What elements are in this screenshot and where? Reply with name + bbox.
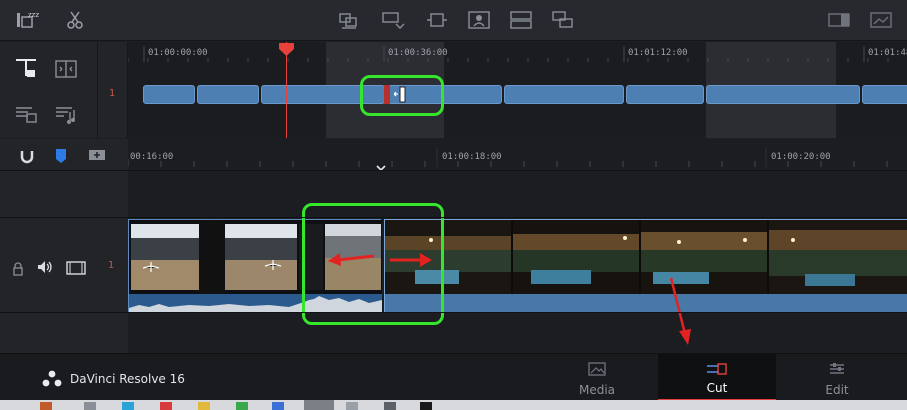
add-marker-icon[interactable]: [88, 147, 106, 163]
track-divider: [0, 217, 907, 218]
append-icon[interactable]: [380, 8, 406, 32]
cut-icon: [707, 363, 727, 375]
playhead-handle[interactable]: [278, 42, 295, 56]
track-divider: [0, 312, 907, 313]
highlight-box-upper: [360, 75, 444, 116]
track-divider: [0, 170, 907, 171]
top-toolbar: zzz: [0, 0, 907, 41]
ripple-overwrite-icon[interactable]: [424, 8, 450, 32]
main-timeline[interactable]: 00:16:00 01:00:18:00 01:00:20:00: [128, 139, 907, 353]
taskbar-app-icon[interactable]: [384, 402, 396, 410]
taskbar-app-icon-active[interactable]: [304, 400, 334, 410]
upper-timecode: 01:00:00:00: [148, 48, 208, 58]
tab-edit[interactable]: Edit: [778, 354, 896, 401]
taskbar-app-icon[interactable]: [84, 402, 96, 410]
track-lock-icon[interactable]: [12, 261, 24, 276]
upper-clip[interactable]: [504, 85, 624, 104]
place-on-top-icon[interactable]: [508, 8, 534, 32]
edit-icon: [830, 363, 844, 374]
upper-track-number-column: 1: [98, 42, 128, 138]
davinci-logo-icon: [42, 370, 62, 388]
svg-text:zzz: zzz: [28, 11, 39, 19]
video-display-icon[interactable]: [66, 260, 86, 275]
lock-track-icon[interactable]: [12, 56, 40, 82]
upper-timecode: 01:00:36:00: [388, 48, 448, 58]
close-up-icon[interactable]: [466, 8, 492, 32]
upper-timeline[interactable]: 01:00:00:00 01:00:36:00 01:01:12:00 01:0…: [128, 42, 907, 138]
layout-toggle-icon[interactable]: [826, 8, 852, 32]
smart-insert-icon[interactable]: [336, 8, 362, 32]
taskbar-app-icon[interactable]: [160, 402, 172, 410]
audio-speaker-icon[interactable]: [36, 259, 54, 275]
os-taskbar: [0, 400, 907, 410]
taskbar-app-icon[interactable]: [420, 402, 432, 410]
app-name: DaVinci Resolve 16: [70, 372, 185, 386]
main-track-number: 1: [108, 260, 115, 271]
tab-cut-label: Cut: [706, 381, 728, 395]
upper-clip[interactable]: [626, 85, 704, 104]
upper-timecode: 01:01:12:00: [628, 48, 688, 58]
upper-track-number: 1: [109, 88, 116, 99]
video-track-options-icon[interactable]: [12, 102, 40, 126]
snap-magnet-icon[interactable]: [18, 147, 36, 165]
taskbar-app-icon[interactable]: [236, 402, 248, 410]
upper-clip[interactable]: [706, 85, 860, 104]
taskbar-app-icon[interactable]: [122, 402, 134, 410]
upper-track-controls: [0, 42, 98, 138]
source-overwrite-icon[interactable]: [550, 8, 576, 32]
upper-timecode: 01:01:48: [868, 48, 907, 58]
media-icon: [588, 362, 606, 376]
tab-cut[interactable]: Cut: [658, 354, 776, 401]
taskbar-app-icon[interactable]: [346, 402, 358, 410]
tab-media[interactable]: Media: [538, 354, 656, 401]
scissors-icon[interactable]: [62, 8, 88, 32]
upper-clip[interactable]: [197, 85, 259, 104]
upper-ruler[interactable]: [128, 42, 907, 62]
audio-track-options-icon[interactable]: [52, 102, 80, 126]
page-bar: DaVinci Resolve 16 Media Cut Edit: [0, 353, 907, 401]
flag-marker-icon[interactable]: [53, 147, 69, 165]
split-view-icon[interactable]: [52, 56, 80, 82]
main-track-header: 1: [0, 139, 128, 353]
upper-clip[interactable]: [862, 85, 907, 104]
tab-edit-label: Edit: [825, 383, 849, 397]
taskbar-app-icon[interactable]: [272, 402, 284, 410]
annotation-arrows: [328, 253, 691, 345]
fullscreen-viewer-icon[interactable]: [868, 8, 894, 32]
tab-media-label: Media: [578, 383, 616, 397]
snooze-zzz-icon[interactable]: zzz: [14, 8, 40, 32]
taskbar-app-icon[interactable]: [198, 402, 210, 410]
upper-clip[interactable]: [143, 85, 195, 104]
taskbar-app-icon[interactable]: [40, 402, 52, 410]
